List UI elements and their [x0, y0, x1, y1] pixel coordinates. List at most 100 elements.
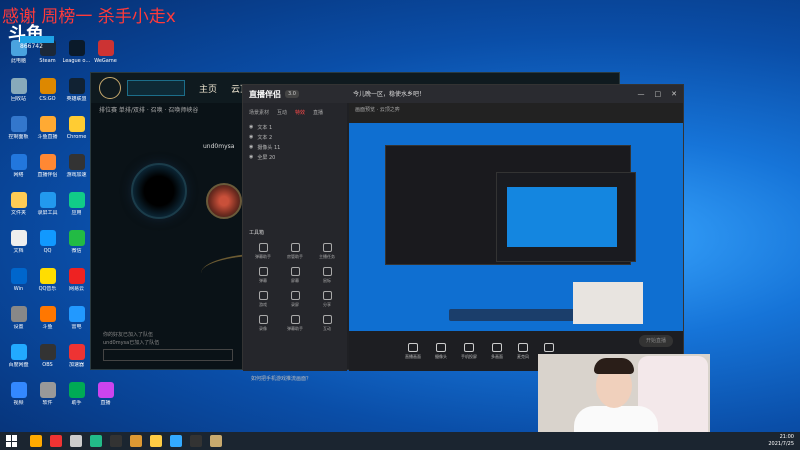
tool-item[interactable]: 弹幕助手	[247, 243, 279, 267]
desktop-icon[interactable]: 控制面板	[4, 116, 33, 154]
tab-live[interactable]: 直播	[313, 109, 323, 116]
desktop-icon-label: 视频	[13, 400, 24, 406]
desktop-icon[interactable]: League of Legends	[62, 40, 91, 78]
stream-source-button[interactable]: 摄像头	[435, 342, 447, 360]
desktop-icon[interactable]: 网络	[4, 154, 33, 192]
desktop-icon[interactable]: 微信	[62, 230, 91, 268]
desktop-icon[interactable]: 网易云	[62, 268, 91, 306]
eye-icon[interactable]: ◉	[249, 134, 253, 140]
desktop-icon-label: 回收站	[10, 96, 26, 102]
source-label: 摄像头	[435, 353, 447, 359]
start-live-button[interactable]: 开始直播	[639, 335, 673, 347]
taskbar-app-icon[interactable]	[190, 435, 202, 447]
tab-scene[interactable]: 场景素材	[249, 109, 269, 116]
streaming-app-window[interactable]: 直播伴侣 3.0 今儿晚一区，稳使水乡吧！ — □ ✕ 场景素材 互动 特效 直…	[242, 84, 684, 382]
desktop-icon-label: 网易云	[68, 286, 84, 292]
desktop-icon[interactable]: 应用	[62, 192, 91, 230]
layer-item[interactable]: ◉ 文本 2	[243, 132, 347, 142]
desktop-icon[interactable]: 游戏加速	[62, 154, 91, 192]
app-icon	[68, 40, 85, 56]
taskbar-app-icon[interactable]	[90, 435, 102, 447]
taskbar-app-icon[interactable]	[130, 435, 142, 447]
desktop-icon[interactable]: 直播	[91, 382, 120, 420]
desktop-icon[interactable]: 斗鱼直播	[33, 116, 62, 154]
tool-item[interactable]: 互动	[311, 315, 343, 339]
help-tip[interactable]: 如何把手机游戏推流画面？	[251, 375, 311, 382]
desktop-icon[interactable]: QQ音乐	[33, 268, 62, 306]
system-clock[interactable]: 21:00 2021/7/25	[768, 434, 794, 448]
desktop-icon-label: 英雄联盟	[66, 96, 87, 102]
desktop-icon[interactable]: 百度网盘	[4, 344, 33, 382]
source-icon	[408, 342, 418, 352]
tool-item[interactable]: 录屏	[279, 291, 311, 315]
chat-input[interactable]	[103, 349, 233, 361]
desktop-icon[interactable]: OBS	[33, 344, 62, 382]
desktop-icon[interactable]: 设置	[4, 306, 33, 344]
desktop-icon-label: CS:GO	[39, 96, 56, 102]
desktop-icon[interactable]: 视频	[4, 382, 33, 420]
tool-item[interactable]: 弹幕	[247, 267, 279, 291]
stream-source-button[interactable]: 多画面	[491, 342, 503, 360]
tool-item[interactable]: 屏幕	[279, 267, 311, 291]
layer-label: 文本 2	[257, 134, 273, 141]
desktop-icon[interactable]: 斗鱼	[33, 306, 62, 344]
layer-item[interactable]: ◉ 全屏 20	[243, 152, 347, 162]
maximize-icon[interactable]: □	[655, 90, 662, 98]
tool-label: 互动	[323, 326, 331, 331]
tool-item[interactable]: 弹幕助手	[279, 315, 311, 339]
desktop-icon[interactable]: 英雄联盟	[62, 78, 91, 116]
eye-icon[interactable]: ◉	[249, 154, 253, 160]
desktop-icon[interactable]: CS:GO	[33, 78, 62, 116]
taskbar-app-icon[interactable]	[110, 435, 122, 447]
desktop-icon-label: QQ音乐	[38, 286, 57, 292]
taskbar-app-icon[interactable]	[170, 435, 182, 447]
taskbar-app-icon[interactable]	[70, 435, 82, 447]
desktop-icon[interactable]: QQ	[33, 230, 62, 268]
desktop-icon[interactable]: 助手	[62, 382, 91, 420]
desktop-icon[interactable]: 文档	[4, 230, 33, 268]
nav-home[interactable]: 主页	[199, 82, 217, 95]
app-icon	[68, 192, 85, 208]
taskbar-app-icon[interactable]	[50, 435, 62, 447]
desktop-icon[interactable]: 直播伴侣	[33, 154, 62, 192]
tab-interact[interactable]: 互动	[277, 109, 287, 116]
desktop-icon[interactable]: Win	[4, 268, 33, 306]
eye-icon[interactable]: ◉	[249, 124, 253, 130]
tool-item[interactable]: 分享	[311, 291, 343, 315]
stream-source-button[interactable]: 直播画面	[405, 342, 421, 360]
minimize-icon[interactable]: —	[638, 90, 645, 98]
empty-slot-ring	[131, 163, 187, 219]
taskbar-apps	[26, 435, 226, 447]
stream-source-button[interactable]: 手机投屏	[461, 342, 477, 360]
tool-icon	[322, 267, 332, 276]
tool-item[interactable]: 房管助手	[279, 243, 311, 267]
taskbar-app-icon[interactable]	[150, 435, 162, 447]
lol-logo-icon[interactable]	[99, 77, 121, 99]
windows-start-icon[interactable]	[6, 435, 20, 447]
tool-item[interactable]: 鼠标	[311, 267, 343, 291]
layer-item[interactable]: ◉ 文本 1	[243, 122, 347, 132]
tool-label: 分享	[323, 302, 331, 307]
desktop-icon[interactable]: 录屏工具	[33, 192, 62, 230]
taskbar-app-icon[interactable]	[210, 435, 222, 447]
desktop-icon[interactable]: Chrome	[62, 116, 91, 154]
tool-item[interactable]: 录像	[247, 315, 279, 339]
stream-source-button[interactable]: 麦克风	[517, 342, 529, 360]
app-icon	[39, 344, 56, 360]
desktop-icon-label: 文件夹	[10, 210, 26, 216]
close-icon[interactable]: ✕	[671, 90, 677, 98]
app-icon	[68, 154, 85, 170]
tool-item[interactable]: 游戏	[247, 291, 279, 315]
room-title[interactable]: 今儿晚一区，稳使水乡吧！	[353, 89, 425, 98]
desktop-icon[interactable]: 回收站	[4, 78, 33, 116]
eye-icon[interactable]: ◉	[249, 144, 253, 150]
tool-item[interactable]: 主播任务	[311, 243, 343, 267]
taskbar-app-icon[interactable]	[30, 435, 42, 447]
desktop-icon[interactable]: 加速器	[62, 344, 91, 382]
play-button[interactable]	[127, 80, 185, 96]
layer-item[interactable]: ◉ 摄像头 11	[243, 142, 347, 152]
desktop-icon[interactable]: 文件夹	[4, 192, 33, 230]
desktop-icon[interactable]: 软件	[33, 382, 62, 420]
desktop-icon[interactable]: 雷电	[62, 306, 91, 344]
tab-effects[interactable]: 特效	[295, 109, 305, 116]
